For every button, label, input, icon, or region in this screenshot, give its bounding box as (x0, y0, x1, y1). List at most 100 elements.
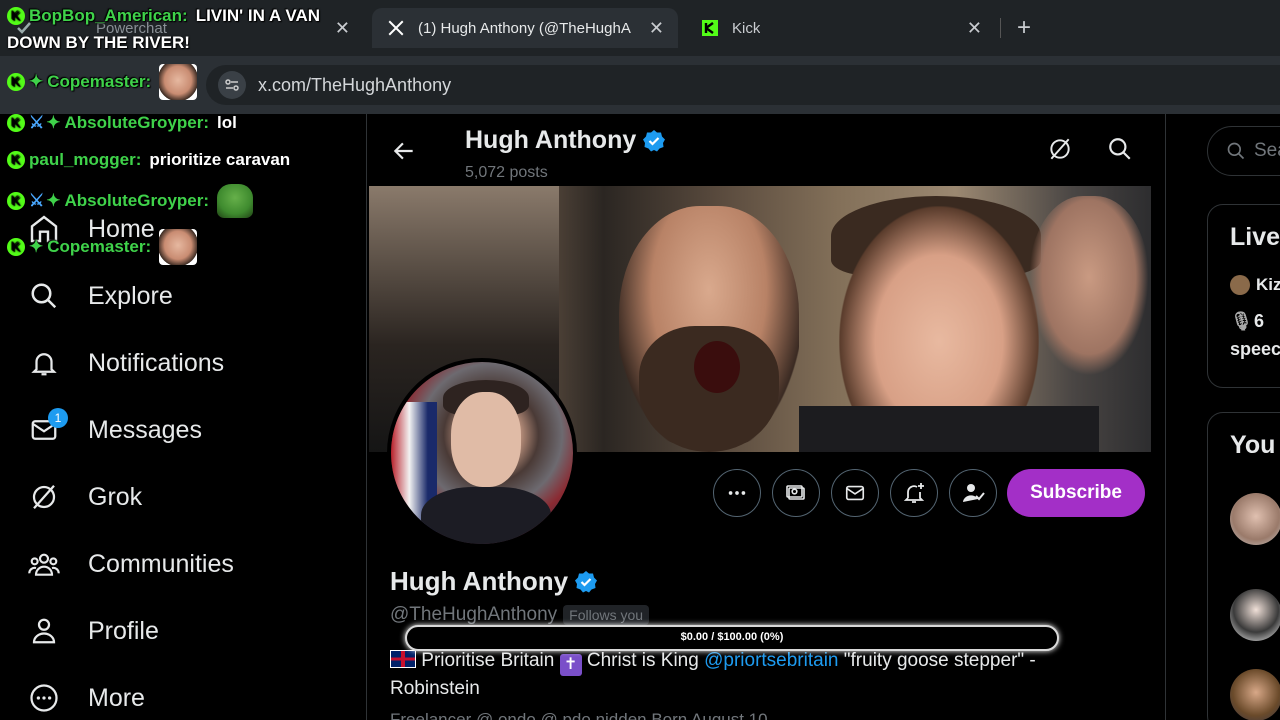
messages-badge: 1 (48, 408, 68, 428)
search-input[interactable]: Sea (1207, 126, 1280, 176)
uk-flag-icon (390, 650, 416, 668)
profile-meta-row: Freelancer @ ondo @ pdo nidden Born Augu… (390, 710, 768, 720)
live-host-avatar (1230, 275, 1250, 295)
cross-icon: ✝ (559, 654, 582, 676)
bell-icon (26, 345, 62, 381)
search-icon[interactable] (1107, 136, 1133, 167)
nav-label: Notifications (88, 348, 225, 377)
search-placeholder: Sea (1254, 140, 1280, 161)
avatar-face (451, 392, 521, 487)
tab-powerchat[interactable]: Powerchat ✕ (0, 8, 364, 48)
tab-kick[interactable]: Kick ✕ (686, 8, 996, 48)
nav-profile[interactable]: Profile (26, 606, 159, 656)
mic-icon: 🎙 (1230, 311, 1253, 331)
verified-badge-icon (642, 129, 666, 153)
search-icon (1227, 142, 1245, 160)
nav-label: Home (88, 214, 155, 243)
suggested-avatar[interactable] (1230, 589, 1280, 641)
nav-label: Profile (88, 616, 159, 645)
ellipsis-icon (728, 491, 746, 495)
money-icon (786, 485, 805, 500)
subscribe-button[interactable]: Subscribe (1007, 469, 1145, 517)
tab-hugh-anthony[interactable]: (1) Hugh Anthony (@TheHughA ✕ (372, 8, 678, 48)
verified-badge-icon[interactable] (574, 570, 598, 594)
nav-notifications[interactable]: Notifications (26, 338, 224, 388)
live-title: Live (1230, 223, 1280, 251)
nav-label: More (88, 683, 145, 712)
header-title: Hugh Anthony (465, 126, 666, 155)
grok-icon (26, 479, 62, 515)
address-bar: x.com/TheHughAnthony (0, 56, 1280, 114)
url-field[interactable]: x.com/TheHughAnthony (206, 65, 1280, 105)
profile-avatar[interactable] (387, 358, 577, 548)
mail-icon: 1 (26, 408, 68, 448)
notify-button[interactable] (890, 469, 938, 517)
message-button[interactable] (831, 469, 879, 517)
donation-goal-bar: $0.00 / $100.00 (0%) (405, 625, 1059, 651)
profile-name: Hugh Anthony (390, 566, 598, 597)
live-listeners: 🎙6 (1230, 311, 1264, 332)
follows-you-badge: Follows you (563, 605, 650, 625)
more-options-button[interactable] (713, 469, 761, 517)
posts-count: 5,072 posts (465, 164, 548, 181)
home-icon (26, 211, 62, 247)
tip-button[interactable] (772, 469, 820, 517)
suggested-avatar[interactable] (1230, 493, 1280, 545)
search-icon (26, 278, 62, 314)
donation-goal-text: $0.00 / $100.00 (0%) (680, 631, 784, 643)
nav-communities[interactable]: Communities (26, 539, 234, 589)
x-logo-icon (386, 18, 406, 38)
site-settings-icon[interactable] (218, 71, 246, 99)
close-tab-icon[interactable]: ✕ (335, 18, 350, 39)
more-circle-icon (26, 680, 62, 716)
avatar-suit (421, 487, 551, 544)
bell-plus-icon (903, 483, 925, 503)
banner-face-right (1029, 196, 1149, 376)
profile-column: Hugh Anthony 5,072 posts Subscribe Hugh … (366, 114, 1166, 720)
bio-text-4: Robinstein (390, 678, 480, 699)
nav-grok[interactable]: Grok (26, 472, 142, 522)
handle-text: @TheHughAnthony (390, 604, 558, 625)
new-tab-button[interactable]: + (1012, 14, 1036, 42)
live-card[interactable]: Live Kiz 🎙6 speec (1207, 204, 1280, 388)
profile-display-name: Hugh Anthony (390, 566, 569, 596)
person-check-icon (963, 484, 985, 502)
tab-title: (1) Hugh Anthony (@TheHughA (418, 19, 631, 37)
bio-text-1: Prioritise Britain (421, 650, 555, 671)
nav-more[interactable]: More (26, 673, 145, 720)
tab-divider (1000, 18, 1001, 38)
url-text: x.com/TheHughAnthony (258, 75, 452, 95)
nav-explore[interactable]: Explore (26, 271, 173, 321)
nav-messages[interactable]: 1 Messages (26, 405, 202, 455)
who-to-follow-title: You (1230, 431, 1276, 459)
left-navigation: Home Explore Notifications 1 Messages Gr… (0, 114, 366, 720)
following-button[interactable] (949, 469, 997, 517)
header-name: Hugh Anthony (465, 126, 637, 154)
mail-icon (845, 485, 865, 501)
back-arrow-icon[interactable] (391, 138, 417, 169)
tab-title: Powerchat (96, 19, 167, 37)
banner-suit (799, 406, 1099, 452)
bio-mention-link[interactable]: @priortsebritain (704, 650, 838, 671)
grok-icon[interactable] (1047, 136, 1073, 167)
nav-label: Grok (88, 482, 143, 511)
communities-icon (26, 546, 62, 582)
kick-logo-icon (700, 18, 720, 38)
browser-tab-bar: Powerchat ✕ (1) Hugh Anthony (@TheHughA … (0, 0, 1280, 56)
live-host: Kiz (1230, 275, 1280, 295)
profile-bio: Prioritise Britain ✝ Christ is King @pri… (390, 648, 1090, 702)
nav-label: Messages (88, 415, 202, 444)
powerchat-favicon-icon (14, 18, 34, 38)
who-to-follow-card: You (1207, 412, 1280, 720)
nav-home[interactable]: Home (26, 204, 155, 254)
bio-text-2: Christ is King (586, 650, 699, 671)
close-tab-icon[interactable]: ✕ (649, 18, 664, 39)
close-tab-icon[interactable]: ✕ (967, 18, 982, 39)
live-count: 6 (1254, 311, 1265, 331)
banner-mouth (694, 341, 740, 393)
bio-text-3: "fruity goose stepper" - (843, 650, 1036, 671)
person-icon (26, 613, 62, 649)
suggested-avatar[interactable] (1230, 669, 1280, 720)
live-speakers: speec (1230, 339, 1280, 359)
nav-label: Explore (88, 281, 173, 310)
